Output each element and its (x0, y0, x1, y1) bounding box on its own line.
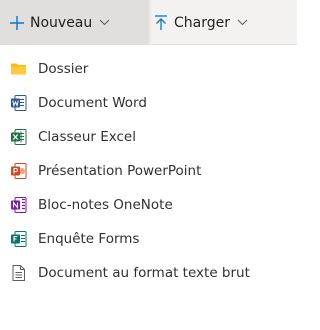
menu-item-word[interactable]: Document Word (0, 86, 297, 120)
folder-icon (11, 63, 26, 75)
new-button-label: Nouveau (30, 14, 93, 31)
menu-item-forms[interactable]: Enquête Forms (0, 222, 297, 256)
menu-item-label: Classeur Excel (38, 129, 136, 145)
text-file-icon (12, 265, 25, 281)
upload-button-label: Charger (174, 14, 230, 31)
menu-item-excel[interactable]: Classeur Excel (0, 120, 297, 154)
command-bar: Nouveau Charger (0, 0, 297, 45)
chevron-down-icon (99, 19, 110, 26)
new-item-menu: Dossier Document Word Classeur Excel Pré… (0, 45, 297, 330)
menu-item-label: Présentation PowerPoint (38, 163, 202, 179)
new-button[interactable]: Nouveau (0, 0, 149, 45)
word-icon (11, 95, 27, 111)
menu-item-powerpoint[interactable]: Présentation PowerPoint (0, 154, 297, 188)
menu-item-folder[interactable]: Dossier (0, 52, 297, 86)
menu-item-label: Bloc-notes OneNote (38, 197, 173, 213)
onenote-icon (11, 197, 27, 213)
menu-item-label: Enquête Forms (38, 231, 140, 247)
forms-icon (11, 231, 27, 247)
powerpoint-icon (11, 163, 27, 179)
menu-item-text-document[interactable]: Document au format texte brut (0, 256, 297, 290)
chevron-down-icon (237, 19, 248, 26)
menu-item-label: Document Word (38, 95, 147, 111)
excel-icon (11, 129, 27, 145)
upload-button[interactable]: Charger (151, 0, 248, 45)
menu-item-label: Dossier (38, 61, 89, 77)
menu-item-label: Document au format texte brut (38, 265, 250, 281)
plus-icon (10, 15, 24, 30)
menu-item-onenote[interactable]: Bloc-notes OneNote (0, 188, 297, 222)
upload-arrow-icon (155, 14, 167, 30)
